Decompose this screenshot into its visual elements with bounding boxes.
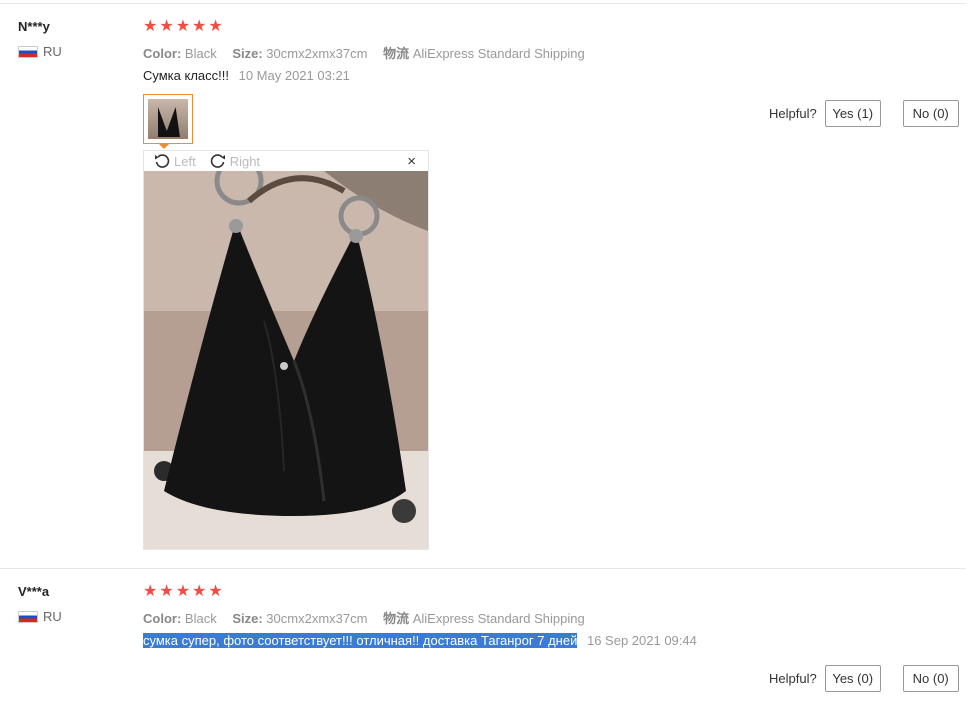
- star-rating: ★ ★ ★ ★ ★: [143, 584, 223, 600]
- russia-flag-icon: [18, 610, 38, 623]
- close-viewer-icon[interactable]: ×: [407, 153, 416, 170]
- handbag-photo: [144, 171, 428, 549]
- rotate-right-label: Right: [229, 153, 261, 169]
- star-icon: ★: [175, 583, 191, 600]
- shipping-label: 物流: [383, 611, 410, 626]
- helpful-vote: Helpful? Yes (0) No (0): [769, 665, 959, 692]
- star-icon: ★: [175, 18, 191, 35]
- top-divider: [0, 3, 966, 4]
- review-photo-thumbnail[interactable]: [143, 94, 193, 144]
- rotate-right-button[interactable]: Right: [210, 153, 260, 169]
- photo-viewer: Left Right ×: [143, 150, 429, 550]
- russia-flag-icon: [18, 45, 38, 58]
- color-value: Black: [184, 611, 217, 626]
- reviewer-country: RU: [18, 609, 62, 624]
- reviewer-name: V***a: [18, 584, 50, 599]
- country-code: RU: [43, 609, 62, 624]
- review-text: Сумка класс!!! 10 May 2021 03:21: [143, 68, 350, 83]
- review-date: 16 Sep 2021 09:44: [586, 633, 697, 648]
- rotate-left-button[interactable]: Left: [154, 153, 196, 169]
- rotate-right-icon: [210, 154, 225, 168]
- helpful-label: Helpful?: [769, 106, 817, 121]
- helpful-no-button[interactable]: No (0): [902, 100, 959, 127]
- color-value: Black: [184, 46, 217, 61]
- order-attributes: Color: Black Size: 30cmx2xmx37cm 物流 AliE…: [143, 43, 597, 62]
- star-icon: ★: [159, 583, 174, 600]
- helpful-no-button[interactable]: No (0): [902, 665, 959, 692]
- shipping-value: AliExpress Standard Shipping: [412, 611, 585, 626]
- star-rating: ★ ★ ★ ★ ★: [143, 19, 223, 35]
- reviewer-name: N***y: [18, 19, 50, 34]
- helpful-yes-button[interactable]: Yes (0): [824, 665, 881, 692]
- size-label: Size:: [232, 611, 263, 626]
- size-label: Size:: [232, 46, 263, 61]
- star-icon: ★: [208, 18, 223, 35]
- thumbnail-pointer: [158, 143, 170, 149]
- review-photo: [144, 171, 428, 549]
- star-icon: ★: [192, 583, 207, 600]
- color-label: Color:: [143, 46, 182, 61]
- shipping-label: 物流: [383, 46, 410, 61]
- star-icon: ★: [159, 18, 174, 35]
- color-label: Color:: [143, 611, 182, 626]
- rotate-left-label: Left: [174, 153, 196, 169]
- shipping-value: AliExpress Standard Shipping: [412, 46, 585, 61]
- order-attributes: Color: Black Size: 30cmx2xmx37cm 物流 AliE…: [143, 608, 597, 627]
- reviewer-country: RU: [18, 44, 62, 59]
- star-icon: ★: [192, 18, 207, 35]
- country-code: RU: [43, 44, 62, 59]
- review-divider: [0, 568, 966, 569]
- helpful-vote: Helpful? Yes (1) No (0): [769, 100, 959, 127]
- helpful-label: Helpful?: [769, 671, 817, 686]
- size-value: 30cmx2xmx37cm: [266, 46, 368, 61]
- size-value: 30cmx2xmx37cm: [266, 611, 368, 626]
- star-icon: ★: [208, 583, 223, 600]
- feedback-text: сумка супер, фото соответствует!!! отлич…: [143, 633, 578, 648]
- star-icon: ★: [143, 18, 158, 35]
- review-date: 10 May 2021 03:21: [238, 68, 350, 83]
- rotate-left-icon: [155, 154, 170, 168]
- star-icon: ★: [143, 583, 158, 600]
- review-text: сумка супер, фото соответствует!!! отлич…: [143, 633, 697, 648]
- viewer-toolbar: Left Right ×: [144, 151, 428, 171]
- helpful-yes-button[interactable]: Yes (1): [824, 100, 881, 127]
- feedback-text: Сумка класс!!!: [143, 68, 229, 83]
- thumbnail-image: [148, 99, 188, 139]
